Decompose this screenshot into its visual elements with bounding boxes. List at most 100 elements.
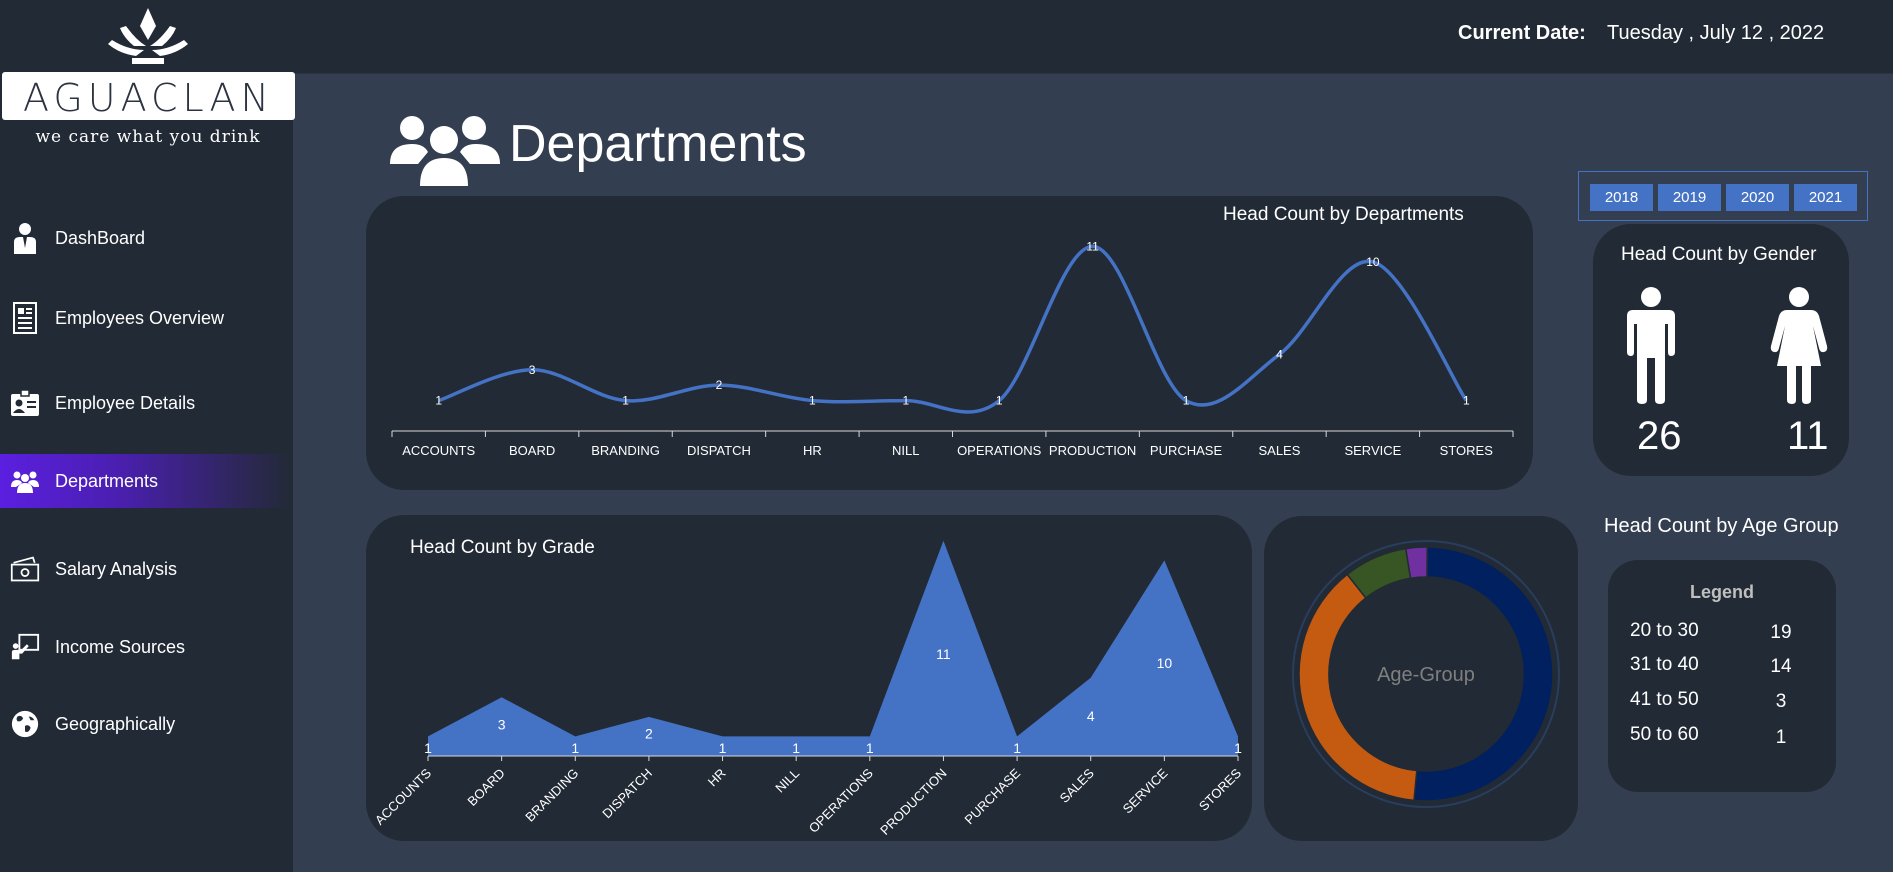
sidebar-item-label: Employees Overview [55, 307, 225, 328]
age-group-title: Head Count by Age Group [1604, 515, 1839, 537]
x-tick-label: SALES [1057, 765, 1097, 805]
page-title: Departments [509, 115, 807, 173]
legend-title: Legend [1689, 582, 1754, 602]
legend-range: 20 to 30 [1630, 620, 1699, 641]
current-date-label: Current Date: [1458, 22, 1586, 44]
data-label: 10 [1366, 255, 1380, 269]
x-tick-label: NILL [892, 443, 919, 458]
data-label: 1 [902, 394, 909, 408]
sidebar-item-income-sources[interactable]: Income Sources [0, 620, 293, 674]
data-label: 1 [792, 740, 800, 756]
data-label: 1 [1183, 394, 1190, 408]
legend-range: 50 to 60 [1630, 724, 1699, 745]
crown-logo-icon [108, 8, 188, 64]
data-label: 1 [622, 394, 629, 408]
sidebar-item-label: Geographically [55, 713, 176, 734]
people-group-icon [10, 465, 40, 497]
x-tick-label: SERVICE [1344, 443, 1401, 458]
year-button-2018[interactable]: 2018 [1590, 184, 1653, 211]
year-filter: 2018 2019 2020 2021 [1578, 171, 1868, 221]
data-label: 2 [645, 725, 653, 741]
sidebar-item-employees-overview[interactable]: Employees Overview [0, 291, 293, 345]
sidebar-item-geographically[interactable]: Geographically [0, 697, 293, 751]
x-tick-label: HR [705, 766, 729, 790]
data-label: 4 [1087, 708, 1095, 724]
sidebar-item-label: Salary Analysis [55, 558, 178, 579]
x-tick-label: SALES [1258, 443, 1300, 458]
gender-title: Head Count by Gender [1621, 244, 1817, 265]
series-line [438, 244, 1468, 414]
sidebar-item-label: Income Sources [55, 636, 186, 657]
data-label: 1 [571, 740, 579, 756]
data-label: 1 [435, 394, 442, 408]
data-label: 1 [719, 740, 727, 756]
data-label: 2 [716, 378, 723, 392]
data-label: 1 [809, 394, 816, 408]
legend-count: 19 [1770, 622, 1792, 643]
series-area [428, 540, 1238, 756]
data-label: 1 [1463, 394, 1470, 408]
year-button-2019[interactable]: 2019 [1658, 184, 1721, 211]
x-tick-label: DISPATCH [599, 766, 655, 822]
data-label: 1 [866, 740, 874, 756]
data-label: 1 [424, 740, 432, 756]
legend-range: 41 to 50 [1630, 689, 1699, 710]
donut-center-label: Age-Group [1377, 664, 1475, 686]
x-tick-label: DISPATCH [687, 443, 751, 458]
legend-count: 1 [1775, 727, 1787, 748]
legend-range: 31 to 40 [1630, 654, 1699, 675]
brand-logo: AGUACLAN [2, 72, 295, 120]
data-label: 11 [936, 646, 951, 662]
x-tick-label: PURCHASE [962, 765, 1024, 827]
age-group-donut-chart: Age-Group [1292, 540, 1560, 808]
female-count: 11 [1787, 414, 1829, 458]
data-label: 1 [996, 394, 1003, 408]
female-icon [1770, 287, 1828, 404]
current-date-value: Tuesday , July 12 , 2022 [1607, 22, 1825, 44]
data-label: 10 [1157, 655, 1173, 671]
grade-chart-panel: Head Count by Grade 1 ACCOUNTS 3 BOARD 1 BRAN… [366, 515, 1252, 841]
x-tick-label: BOARD [509, 443, 555, 458]
x-tick-label: HR [803, 443, 822, 458]
male-count: 26 [1637, 414, 1682, 458]
age-donut-panel: Age-Group [1264, 516, 1578, 841]
gender-panel: Head Count by Gender 26 11 [1593, 224, 1849, 476]
sidebar-item-label: Employee Details [55, 392, 196, 413]
money-icon [10, 553, 40, 585]
donut-slice [1298, 573, 1418, 802]
year-button-2020[interactable]: 2020 [1726, 184, 1789, 211]
newspaper-icon [10, 302, 40, 334]
x-tick-label: BRANDING [522, 766, 581, 825]
data-label: 3 [529, 363, 536, 377]
x-tick-label: OPERATIONS [957, 443, 1042, 458]
male-icon [1627, 287, 1675, 404]
globe-icon [10, 708, 40, 740]
sidebar-item-departments[interactable]: Departments [0, 454, 293, 508]
x-tick-label: BOARD [464, 766, 507, 809]
x-tick-label: SERVICE [1120, 765, 1171, 816]
x-tick-label: OPERATIONS [806, 765, 876, 835]
age-legend-panel: Legend 20 to 30 19 31 to 40 14 41 to 50 … [1608, 560, 1836, 792]
legend-count: 14 [1770, 656, 1792, 677]
x-tick-label: ACCOUNTS [372, 765, 434, 827]
presentation-icon [10, 631, 40, 663]
app-root: Current Date: Tuesday , July 12 , 2022 A… [0, 0, 1893, 872]
people-group-icon [390, 116, 500, 186]
data-label: 4 [1276, 347, 1283, 361]
brand-tagline: we care what you drink [35, 127, 261, 147]
x-tick-label: STORES [1440, 443, 1494, 458]
data-label: 1 [1013, 740, 1021, 756]
id-card-icon [10, 387, 40, 419]
sidebar-item-label: Departments [55, 470, 159, 491]
data-label: 11 [1086, 239, 1099, 253]
sidebar-item-dashboard[interactable]: DashBoard [0, 211, 293, 265]
year-button-2021[interactable]: 2021 [1794, 184, 1857, 211]
x-tick-label: PRODUCTION [877, 766, 949, 838]
x-tick-label: PURCHASE [1150, 443, 1223, 458]
sidebar-item-salary-analysis[interactable]: Salary Analysis [0, 542, 293, 596]
sidebar-item-employee-details[interactable]: Employee Details [0, 376, 293, 430]
data-label: 3 [498, 717, 506, 733]
sidebar-item-label: DashBoard [55, 227, 146, 248]
data-label: 1 [1234, 740, 1242, 756]
x-tick-label: NILL [772, 766, 802, 796]
